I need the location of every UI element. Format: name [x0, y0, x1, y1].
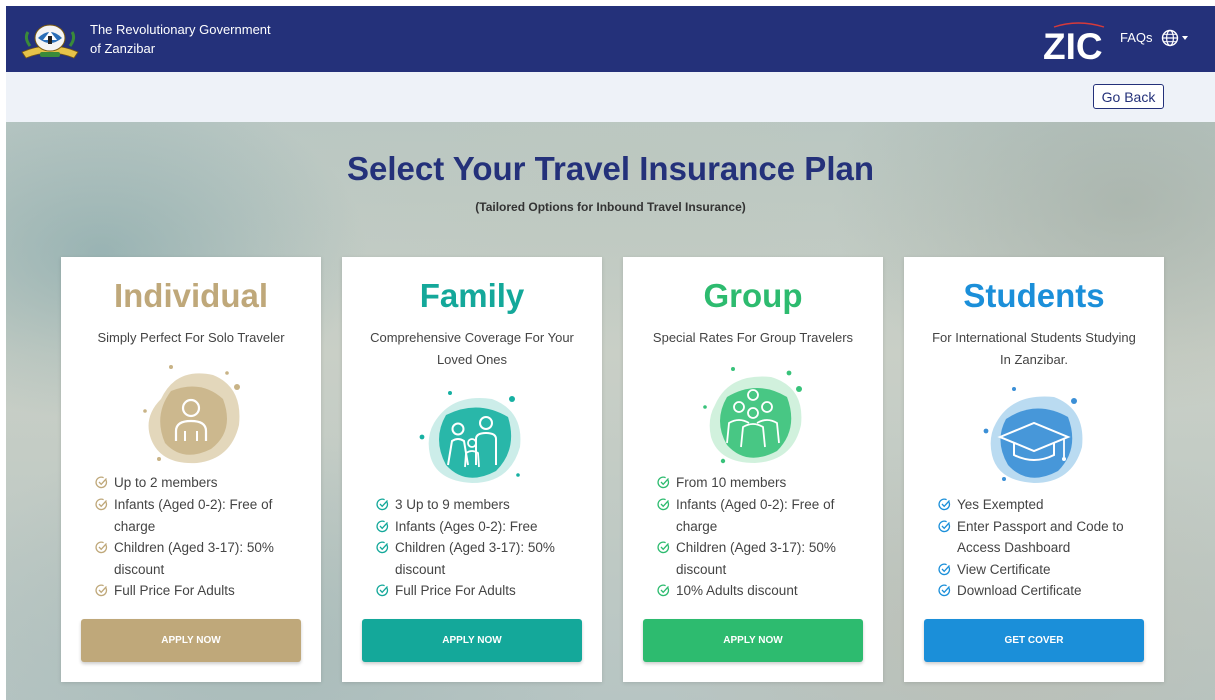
plan-tagline-line1: Special Rates For Group Travelers — [652, 330, 854, 345]
feature-item: 3 Up to 9 members — [376, 494, 586, 516]
check-circle-icon — [95, 476, 108, 489]
check-circle-icon — [376, 498, 389, 511]
feature-item: Infants (Aged 0-2): Free of — [95, 494, 305, 516]
feature-item: Up to 2 members — [95, 472, 305, 494]
feature-item-continuation: Access Dashboard — [957, 540, 1071, 556]
plan-card-students: Students For International Students Stud… — [904, 257, 1164, 682]
feature-item: Full Price For Adults — [95, 580, 305, 602]
plan-tagline-line1: Comprehensive Coverage For Your — [370, 330, 574, 345]
feature-item: Children (Aged 3-17): 50% — [376, 537, 586, 559]
plan-tagline: For International Students Studying In Z… — [914, 327, 1154, 371]
check-circle-icon — [376, 584, 389, 597]
language-selector[interactable] — [1161, 27, 1188, 49]
government-title[interactable]: The Revolutionary Government of Zanzibar — [90, 20, 310, 58]
check-circle-icon — [376, 541, 389, 554]
family-icon — [419, 391, 521, 483]
plan-tagline-line2: In Zanzibar. — [1000, 352, 1068, 367]
page-title: Select Your Travel Insurance Plan — [346, 150, 875, 187]
feature-item: From 10 members — [657, 472, 867, 494]
feature-item: Infants (Ages 0-2): Free — [376, 516, 586, 538]
check-circle-icon — [95, 498, 108, 511]
get-cover-students-button[interactable]: GET COVER — [924, 619, 1144, 662]
group-icon — [703, 367, 802, 464]
plan-title: Students — [963, 277, 1105, 314]
person-icon — [143, 365, 240, 464]
plan-features: Up to 2 members Infants (Aged 0-2): Free… — [95, 472, 305, 602]
apply-now-individual-button[interactable]: APPLY NOW — [81, 619, 301, 662]
feature-item: 10% Adults discount — [657, 580, 867, 602]
faqs-link[interactable]: FAQs — [1120, 30, 1153, 45]
government-title-line2: of Zanzibar — [90, 41, 156, 56]
check-circle-icon — [938, 563, 951, 575]
feature-item: Enter Passport and Code to — [938, 516, 1148, 538]
feature-item: View Certificate — [938, 559, 1148, 581]
feature-item: Yes Exempted — [938, 494, 1148, 516]
zanzibar-emblem-icon[interactable] — [18, 18, 82, 60]
check-circle-icon — [938, 584, 951, 597]
feature-item-continuation: charge — [114, 518, 156, 534]
check-circle-icon — [657, 476, 670, 489]
plan-title: Group — [703, 277, 803, 314]
check-circle-icon — [657, 584, 670, 597]
feature-item-continuation: discount — [395, 561, 446, 577]
plan-tagline: Comprehensive Coverage For Your Loved On… — [352, 327, 592, 371]
sub-navigation-bar: Go Back — [6, 72, 1215, 122]
check-circle-icon — [95, 584, 108, 597]
apply-now-group-button[interactable]: APPLY NOW — [643, 619, 863, 662]
plan-tagline-line2: Loved Ones — [436, 352, 508, 367]
app-frame: The Revolutionary Government of Zanzibar… — [6, 6, 1215, 700]
feature-item: Infants (Aged 0-2): Free of — [657, 494, 867, 516]
zic-logo-text: ZIC — [1043, 26, 1103, 62]
plan-title: Individual — [113, 277, 268, 314]
feature-item: Download Certificate — [938, 580, 1148, 602]
plan-tagline: Special Rates For Group Travelers — [633, 327, 873, 349]
feature-item-continuation: discount — [114, 561, 165, 577]
chevron-down-icon — [1182, 36, 1188, 40]
graduation-cap-icon — [983, 387, 1083, 483]
government-title-line1: The Revolutionary Government — [90, 22, 271, 37]
zic-logo-icon[interactable]: ZIC — [1042, 18, 1116, 62]
plans-section: Select Your Travel Insurance Plan (Tailo… — [6, 122, 1215, 700]
check-circle-icon — [938, 498, 951, 511]
plan-tagline-line1: Simply Perfect For Solo Traveler — [97, 330, 285, 345]
check-circle-icon — [657, 498, 670, 511]
plan-title: Family — [419, 277, 525, 314]
plan-features: From 10 members Infants (Aged 0-2): Free… — [657, 472, 867, 602]
plan-card-group: Group Special Rates For Group Travelers — [623, 257, 883, 682]
check-circle-icon — [938, 520, 951, 532]
check-circle-icon — [376, 520, 389, 532]
plan-card-individual: Individual Simply Perfect For Solo Trave… — [61, 257, 321, 682]
feature-item: Children (Aged 3-17): 50% — [95, 537, 305, 559]
globe-icon — [1161, 29, 1179, 47]
go-back-button[interactable]: Go Back — [1093, 84, 1164, 109]
check-circle-icon — [657, 541, 670, 554]
feature-item-continuation: discount — [676, 561, 727, 577]
feature-item-continuation: charge — [676, 518, 718, 534]
plan-card-family: Family Comprehensive Coverage For Your L… — [342, 257, 602, 682]
plan-tagline: Simply Perfect For Solo Traveler — [71, 327, 311, 349]
plan-features: 3 Up to 9 members Infants (Ages 0-2): Fr… — [376, 494, 586, 602]
top-header: The Revolutionary Government of Zanzibar… — [6, 6, 1215, 72]
page-subtitle: (Tailored Options for Inbound Travel Ins… — [475, 200, 746, 214]
plan-tagline-line1: For International Students Studying — [932, 330, 1136, 345]
check-circle-icon — [95, 541, 108, 554]
apply-now-family-button[interactable]: APPLY NOW — [362, 619, 582, 662]
plan-features: Yes Exempted Enter Passport and Code to … — [938, 494, 1148, 602]
feature-item: Children (Aged 3-17): 50% — [657, 537, 867, 559]
feature-item: Full Price For Adults — [376, 580, 586, 602]
